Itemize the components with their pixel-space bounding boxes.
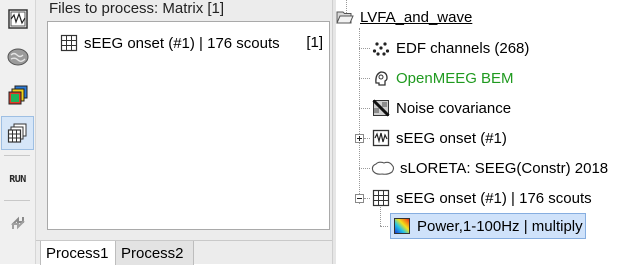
tree-node-sources[interactable]: sLORETA: SEEG(Constr) 2018 xyxy=(370,157,608,179)
files-list[interactable]: sEEG onset (#1) | 176 scouts [1] xyxy=(47,21,330,230)
reload-button[interactable] xyxy=(1,206,34,240)
process-panel: Files to process: Matrix [1] sEEG onset … xyxy=(36,0,332,265)
tree-node-recording[interactable]: sEEG onset (#1) xyxy=(372,127,507,149)
toolbar-separator xyxy=(4,200,30,201)
raw-file-button[interactable] xyxy=(1,2,34,36)
tree-node-label: LVFA_and_wave xyxy=(360,8,473,26)
tree-node-label: sLORETA: SEEG(Constr) 2018 xyxy=(400,159,609,177)
files-to-process-title: Files to process: Matrix [1] xyxy=(47,0,227,18)
collapse-toggle[interactable] xyxy=(355,194,364,203)
file-label: sEEG onset (#1) | 176 scouts xyxy=(84,34,280,52)
tree-guide-line xyxy=(359,78,370,79)
tree-node-timefreq[interactable]: Power,1-100Hz | multiply xyxy=(390,213,586,239)
matrix-icon xyxy=(60,34,78,52)
run-button[interactable]: RUN xyxy=(1,162,34,196)
tree-node-noise-covariance[interactable]: Noise covariance xyxy=(372,97,511,119)
matrix-icon xyxy=(372,189,390,207)
tree-node-label: sEEG onset (#1) xyxy=(396,129,507,147)
timefreq-icon xyxy=(394,218,410,234)
sources-button[interactable] xyxy=(1,78,34,112)
left-toolbar: RUN xyxy=(0,0,36,264)
folder-open-icon xyxy=(336,11,354,24)
recording-icon xyxy=(372,129,390,147)
tree-guide-line xyxy=(359,168,370,169)
brain-icon xyxy=(7,48,28,66)
tab-process1[interactable]: Process1 xyxy=(40,241,116,265)
tree-node-label: Power,1-100Hz | multiply xyxy=(417,217,583,235)
toolbar-separator xyxy=(4,155,30,156)
tree-node-head-model[interactable]: OpenMEEG BEM xyxy=(372,67,514,89)
tree-guide-line xyxy=(364,138,370,139)
head-model-icon xyxy=(375,71,388,86)
process-tabs: Process1 Process2 xyxy=(36,240,332,265)
file-count: [1] xyxy=(306,34,323,51)
tree-guide-line xyxy=(359,48,370,49)
tree-node-label: Noise covariance xyxy=(396,99,512,117)
run-icon: RUN xyxy=(9,173,26,185)
tree-node-label: OpenMEEG BEM xyxy=(396,69,514,87)
tree-guide-line xyxy=(359,108,370,109)
noise-covariance-icon xyxy=(372,99,390,117)
tree-node-label: sEEG onset (#1) | 176 scouts xyxy=(396,189,592,207)
expand-toggle[interactable] xyxy=(355,134,364,143)
anatomy-button[interactable] xyxy=(1,40,34,74)
tree-guide-line xyxy=(359,28,360,204)
tree-node-channels[interactable]: EDF channels (268) xyxy=(372,37,529,59)
matrix-icon xyxy=(7,123,26,143)
tab-process2[interactable]: Process2 xyxy=(116,241,194,265)
tree-guide-line xyxy=(364,198,370,199)
file-item[interactable]: sEEG onset (#1) | 176 scouts [1] xyxy=(60,33,329,53)
tree-node-matrix[interactable]: sEEG onset (#1) | 176 scouts xyxy=(372,187,592,209)
database-tree: LVFA_and_wave EDF channels (268) OpenMEE… xyxy=(336,0,622,264)
channels-icon xyxy=(372,42,390,56)
tree-node-label: EDF channels (268) xyxy=(396,39,530,57)
tree-node-root[interactable]: LVFA_and_wave xyxy=(336,6,472,28)
tree-guide-line xyxy=(380,226,388,227)
reload-icon xyxy=(10,216,25,230)
brain-outline-icon xyxy=(371,161,395,175)
source-maps-icon xyxy=(8,85,27,105)
files-to-process-group: Files to process: Matrix [1] sEEG onset … xyxy=(41,0,330,232)
matrix-button[interactable] xyxy=(1,116,34,150)
raw-file-icon xyxy=(7,9,28,29)
